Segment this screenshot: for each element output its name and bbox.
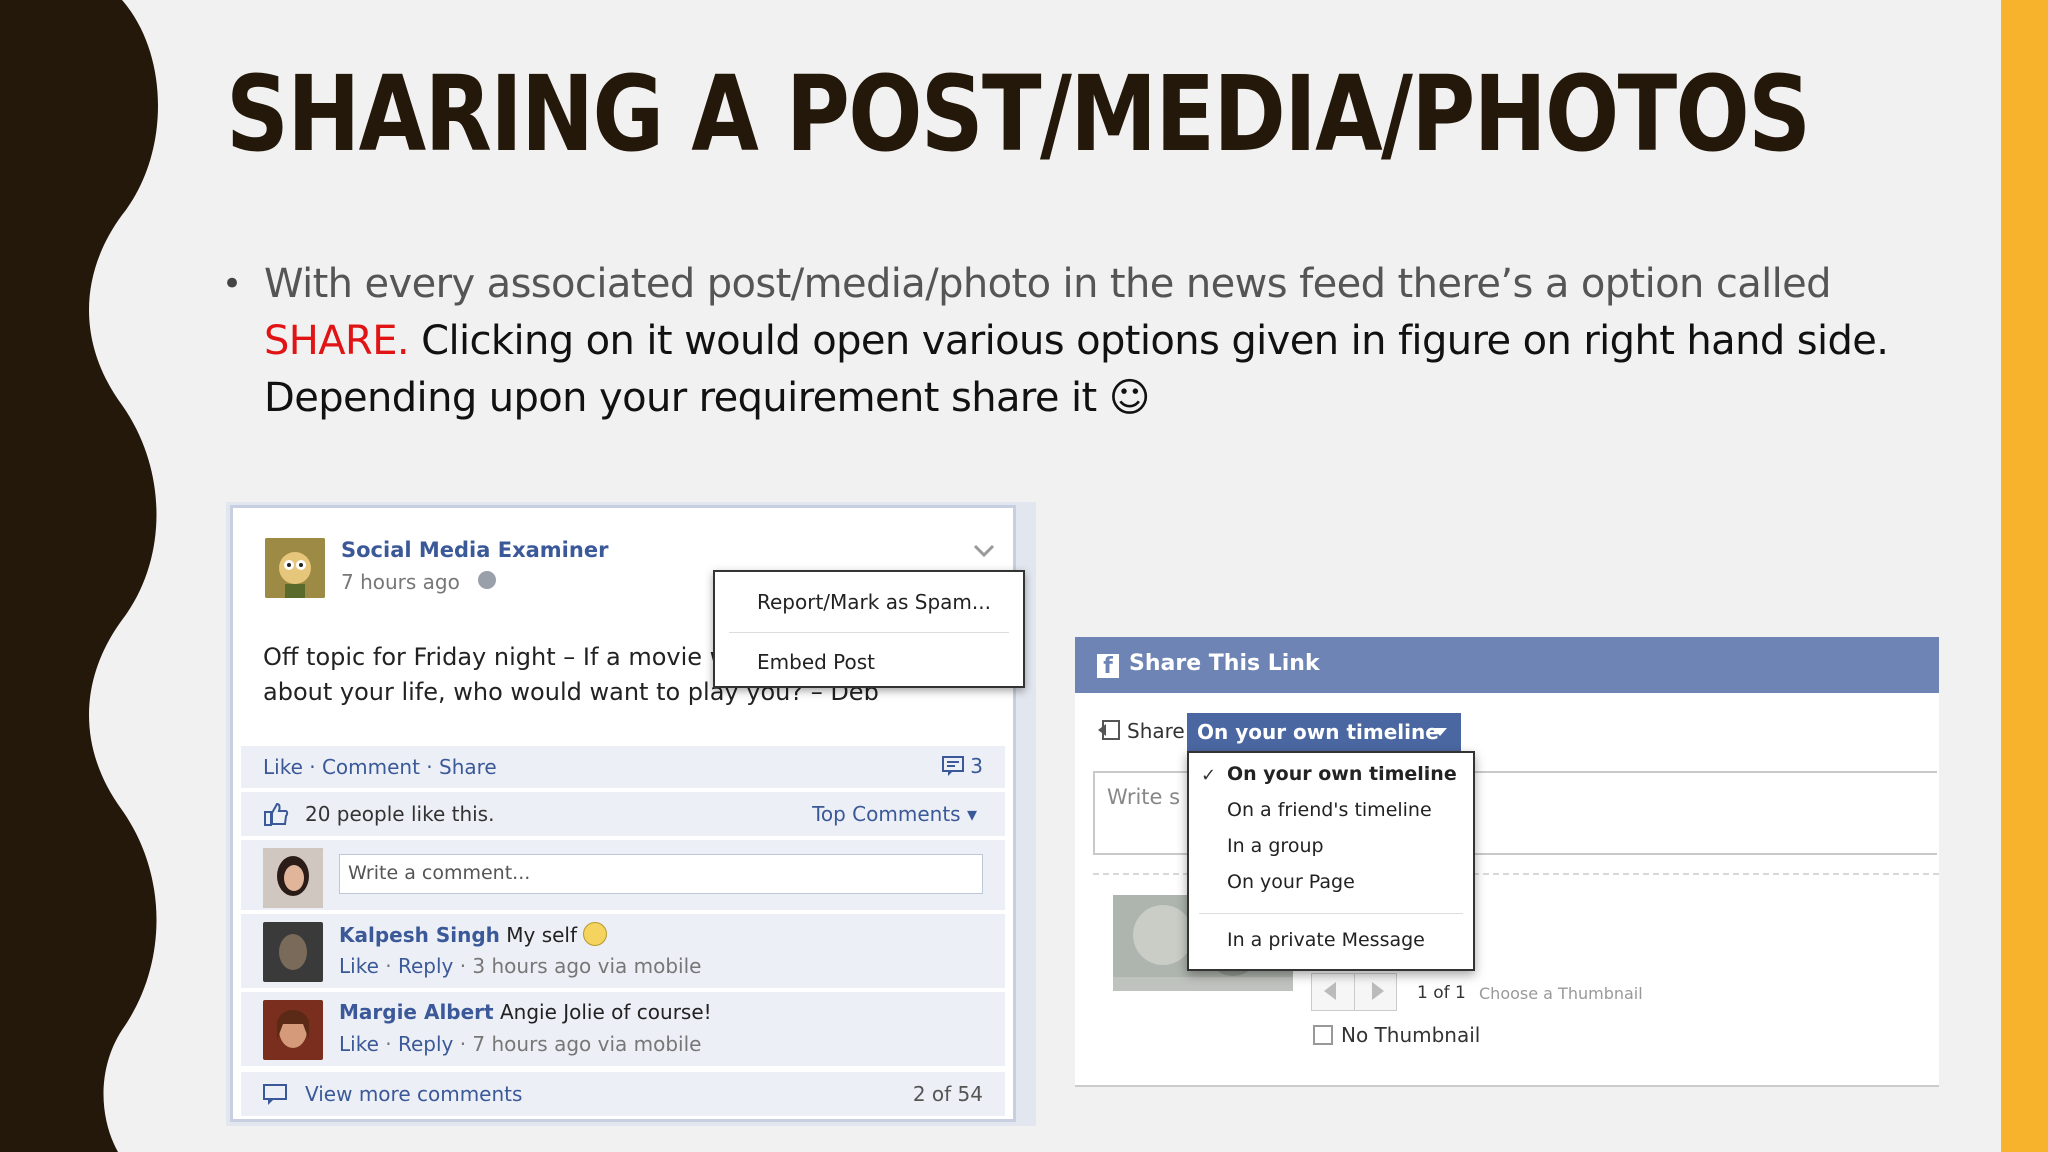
menu-item-embed-post[interactable]: Embed Post — [757, 650, 875, 674]
like-comment-share-links[interactable]: Like · Comment · Share — [263, 755, 497, 779]
next-thumbnail-button[interactable] — [1372, 982, 1384, 1000]
menu-divider — [729, 632, 1009, 633]
bullet-marker: • — [222, 264, 243, 304]
share-dialog-header: f Share This Link — [1075, 637, 1939, 693]
page-name-link[interactable]: Social Media Examiner — [341, 538, 608, 562]
user-avatar — [263, 848, 323, 908]
comment-count[interactable]: 3 — [941, 754, 983, 778]
share-selected-value: On your own timeline — [1197, 720, 1439, 744]
previous-thumbnail-button[interactable] — [1324, 982, 1336, 1000]
speech-bubble-icon — [263, 1084, 287, 1105]
chevron-down-icon[interactable] — [969, 538, 999, 564]
comment-reply-link[interactable]: Reply — [398, 954, 453, 978]
comments-page-count: 2 of 54 — [912, 1082, 983, 1106]
accent-bar — [2001, 0, 2048, 1152]
slide-title: SHARING A POST/MEDIA/PHOTOS — [226, 53, 1811, 175]
comment-text: Margie Albert Angie Jolie of course! — [339, 1000, 712, 1024]
comment-input[interactable]: Write a comment... — [339, 854, 983, 894]
choose-thumbnail-label: Choose a Thumbnail — [1479, 984, 1643, 1003]
commenter-avatar[interactable] — [263, 922, 323, 982]
page-avatar[interactable] — [265, 538, 325, 598]
checkmark-icon: ✓ — [1201, 765, 1217, 786]
comment-like-link[interactable]: Like — [339, 954, 379, 978]
comment-item: Margie Albert Angie Jolie of course! Lik… — [241, 992, 1005, 1066]
post-actions-bar: Like · Comment · Share 3 — [241, 746, 1005, 788]
option-own-timeline[interactable]: On your own timeline — [1227, 763, 1457, 785]
write-comment-row: Write a comment... — [241, 840, 1005, 910]
bullet-text: With every associated post/media/photo i… — [264, 256, 1914, 427]
emoji-icon — [583, 922, 608, 946]
option-private-message[interactable]: In a private Message — [1227, 929, 1425, 951]
no-thumbnail-label[interactable]: No Thumbnail — [1341, 1023, 1480, 1047]
share-dialog: f Share This Link Share: On your own tim… — [1075, 637, 1939, 1087]
facebook-post: Social Media Examiner 7 hours ago Off to… — [230, 505, 1025, 1122]
comment-item: Kalpesh Singh My self Like · Reply · 3 h… — [241, 914, 1005, 988]
bullet-intro: With every associated post/media/photo i… — [264, 261, 1832, 307]
comment-author[interactable]: Kalpesh Singh — [339, 923, 500, 947]
facebook-logo-icon: f — [1097, 654, 1119, 679]
thumbnail-nav — [1311, 973, 1397, 1011]
bullet-rest: Clicking on it would open various option… — [264, 318, 1889, 421]
comment-count-value: 3 — [970, 754, 983, 778]
comment-text: Kalpesh Singh My self — [339, 922, 608, 947]
menu-divider — [1199, 913, 1463, 914]
comment-meta: Like · Reply · 7 hours ago via mobile — [339, 1032, 702, 1056]
post-timestamp[interactable]: 7 hours ago — [341, 570, 460, 594]
share-dialog-title: Share This Link — [1129, 651, 1320, 676]
share-keyword: SHARE. — [264, 318, 410, 364]
option-your-page[interactable]: On your Page — [1227, 871, 1355, 893]
no-thumbnail-checkbox[interactable] — [1313, 1025, 1333, 1045]
menu-item-report-spam[interactable]: Report/Mark as Spam... — [757, 590, 991, 614]
option-group[interactable]: In a group — [1227, 835, 1324, 857]
commenter-avatar[interactable] — [263, 1000, 323, 1060]
share-icon — [1098, 720, 1120, 740]
option-friends-timeline[interactable]: On a friend's timeline — [1227, 799, 1432, 821]
view-more-comments-link[interactable]: View more comments — [305, 1082, 522, 1106]
view-more-row: View more comments 2 of 54 — [241, 1072, 1005, 1116]
comment-reply-link[interactable]: Reply — [398, 1032, 453, 1056]
thumbs-up-icon — [264, 802, 289, 826]
share-destination-menu: ✓ On your own timeline On a friend's tim… — [1187, 751, 1475, 971]
likes-count-text[interactable]: 20 people like this. — [305, 802, 494, 826]
comment-meta: Like · Reply · 3 hours ago via mobile — [339, 954, 702, 978]
top-comments-dropdown[interactable]: Top Comments ▾ — [812, 802, 977, 826]
post-options-menu: Report/Mark as Spam... Embed Post — [713, 570, 1025, 688]
comment-like-link[interactable]: Like — [339, 1032, 379, 1056]
likes-row: 20 people like this. Top Comments ▾ — [241, 792, 1005, 836]
comment-icon — [941, 756, 964, 776]
caret-down-icon — [1433, 728, 1447, 736]
share-destination-select[interactable]: On your own timeline — [1187, 713, 1461, 751]
thumbnail-index: 1 of 1 — [1417, 983, 1466, 1003]
globe-icon — [478, 571, 496, 589]
comment-author[interactable]: Margie Albert — [339, 1000, 494, 1024]
wave-border — [0, 0, 158, 1152]
share-message-placeholder: Write s — [1107, 785, 1181, 809]
share-label: Share: — [1127, 719, 1192, 743]
